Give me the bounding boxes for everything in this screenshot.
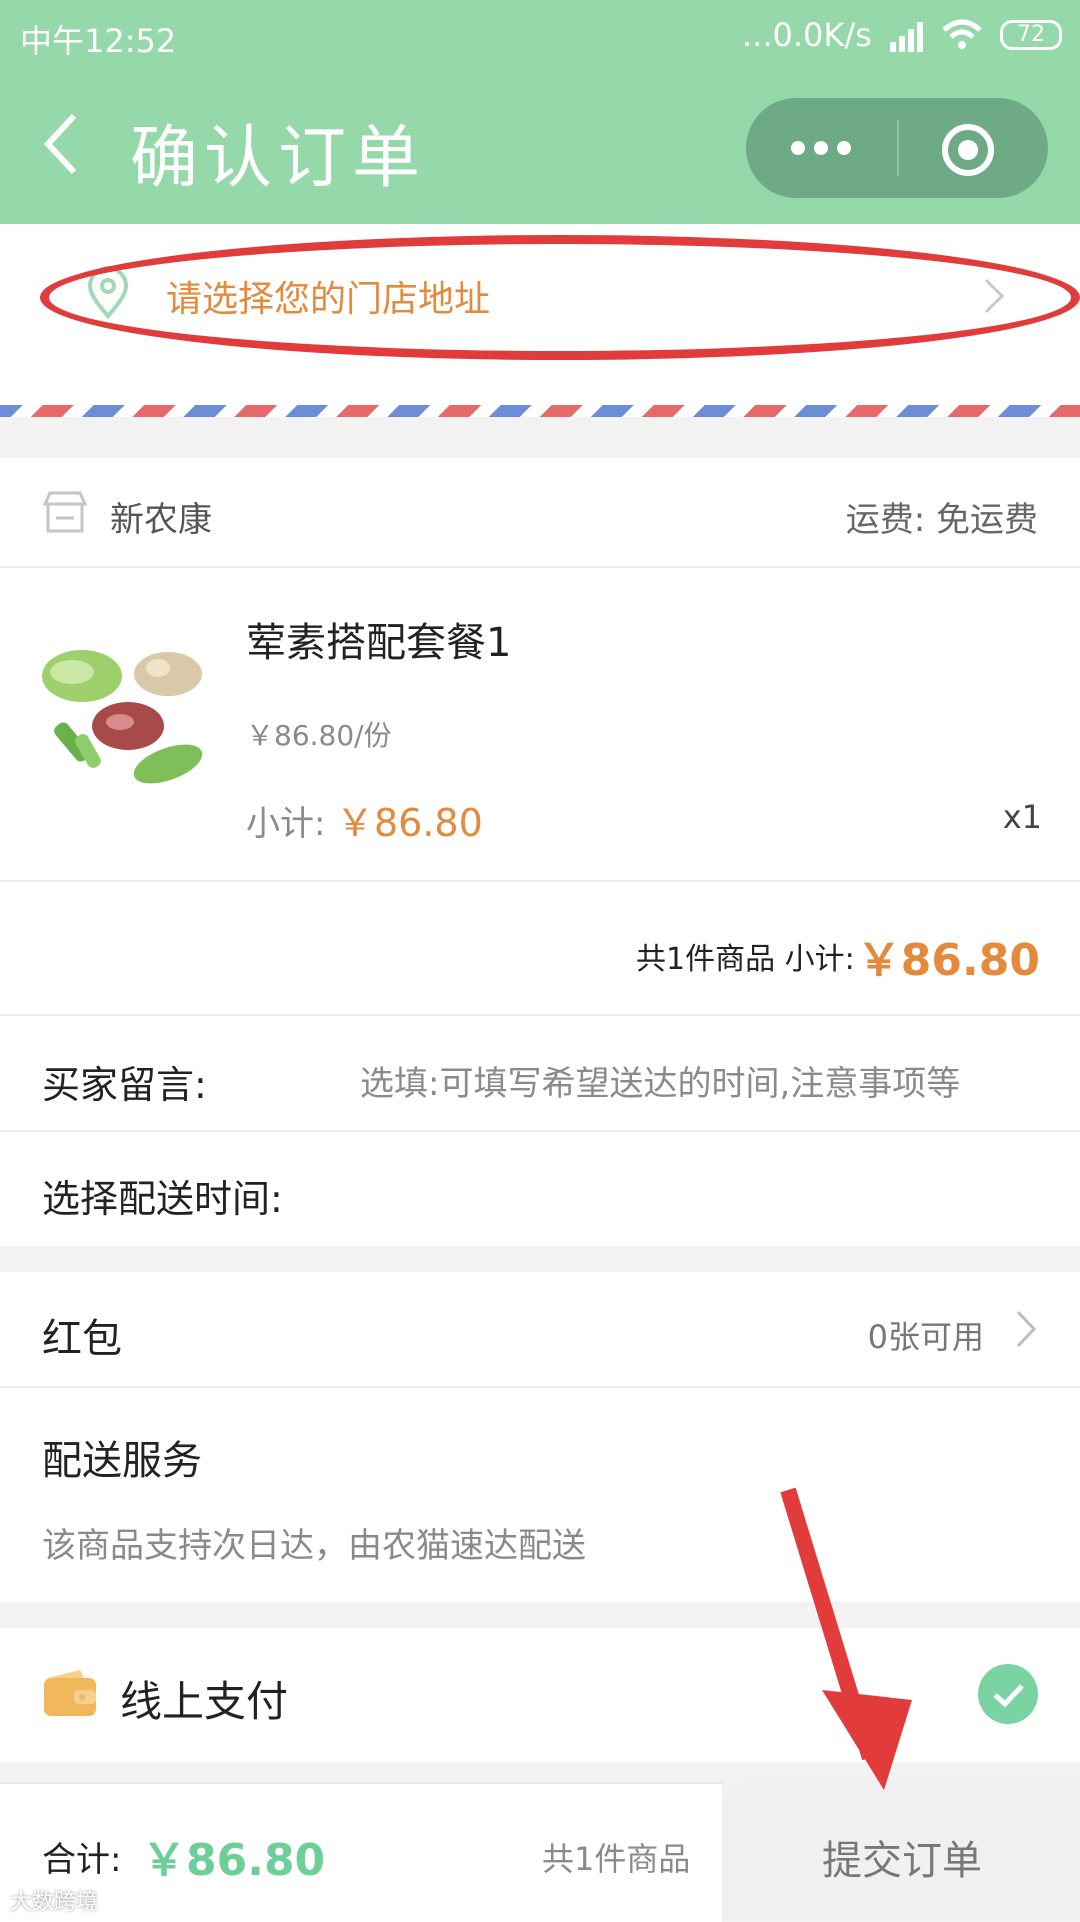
product-name: 荤素搭配套餐1	[246, 620, 512, 666]
back-icon[interactable]	[40, 112, 80, 180]
buyer-message-input[interactable]: 选填:可填写希望送达的时间,注意事项等	[360, 1056, 960, 1105]
subtotal-label: 小计:	[246, 804, 326, 844]
store-icon	[42, 490, 88, 538]
status-time: 中午12:52	[20, 22, 177, 60]
delivery-service-section: 配送服务 该商品支持次日达，由农猫速达配送	[0, 1386, 1080, 1602]
annotation-ellipse	[40, 235, 1080, 360]
watermark: 大数跨境	[10, 1890, 99, 1915]
wallet-icon	[40, 1668, 98, 1724]
battery-level: 72	[1017, 22, 1045, 47]
red-packet-label: 红包	[42, 1316, 122, 1362]
annotation-arrow-head	[822, 1690, 912, 1794]
shipping-fee: 运费: 免运费	[845, 500, 1038, 540]
wifi-icon	[942, 18, 982, 60]
total-label: 合计:	[42, 1840, 122, 1880]
product-image	[40, 634, 210, 804]
summary-amount: ￥86.80	[856, 935, 1040, 986]
store-name: 新农康	[110, 500, 212, 540]
close-target-icon[interactable]	[940, 122, 996, 182]
page-title: 确认订单	[130, 119, 427, 198]
product-item[interactable]: 荤素搭配套餐1 ￥86.80/份 小计: ￥86.80 x1	[0, 566, 1080, 882]
red-packet-row[interactable]: 红包 0张可用	[0, 1272, 1080, 1386]
delivery-service-desc: 该商品支持次日达，由农猫速达配送	[42, 1526, 586, 1566]
miniprogram-capsule	[746, 98, 1048, 198]
footer-bar: 合计: ￥86.80 共1件商品	[0, 1782, 722, 1922]
summary-text: 共1件商品 小计:	[636, 942, 855, 977]
capsule-divider	[897, 120, 899, 176]
network-speed: ...0.0K/s	[742, 16, 872, 54]
item-quantity: x1	[1002, 798, 1042, 836]
payment-label: 线上支付	[120, 1677, 289, 1726]
delivery-time-label: 选择配送时间:	[42, 1177, 283, 1221]
order-summary-row: 共1件商品 小计: ￥86.80	[0, 880, 1080, 1016]
battery-icon: 72	[1000, 20, 1062, 50]
payment-row[interactable]: 线上支付	[0, 1628, 1080, 1762]
buyer-message-row[interactable]: 买家留言: 选填:可填写希望送达的时间,注意事项等	[0, 1014, 1080, 1132]
delivery-service-title: 配送服务	[42, 1438, 202, 1484]
check-icon[interactable]	[978, 1664, 1038, 1724]
submit-order-button[interactable]: 提交订单	[722, 1782, 1080, 1920]
submit-order-label: 提交订单	[822, 1838, 982, 1884]
item-count: 共1件商品	[542, 1840, 691, 1878]
red-packet-count: 0张可用	[867, 1318, 984, 1356]
delivery-time-row[interactable]: 选择配送时间:	[0, 1130, 1080, 1246]
chevron-right-icon	[1014, 1308, 1038, 1354]
envelope-stripe	[0, 405, 1080, 417]
store-row: 新农康 运费: 免运费	[0, 458, 1080, 566]
buyer-message-label: 买家留言:	[42, 1063, 207, 1107]
unit-price: ￥86.80/份	[246, 719, 392, 752]
signal-icon	[890, 22, 924, 52]
total-amount: ￥86.80	[142, 1835, 326, 1886]
item-subtotal: ￥86.80	[336, 801, 483, 845]
status-bar: 中午12:52 ...0.0K/s 72	[0, 0, 1080, 72]
more-icon[interactable]	[786, 132, 856, 168]
